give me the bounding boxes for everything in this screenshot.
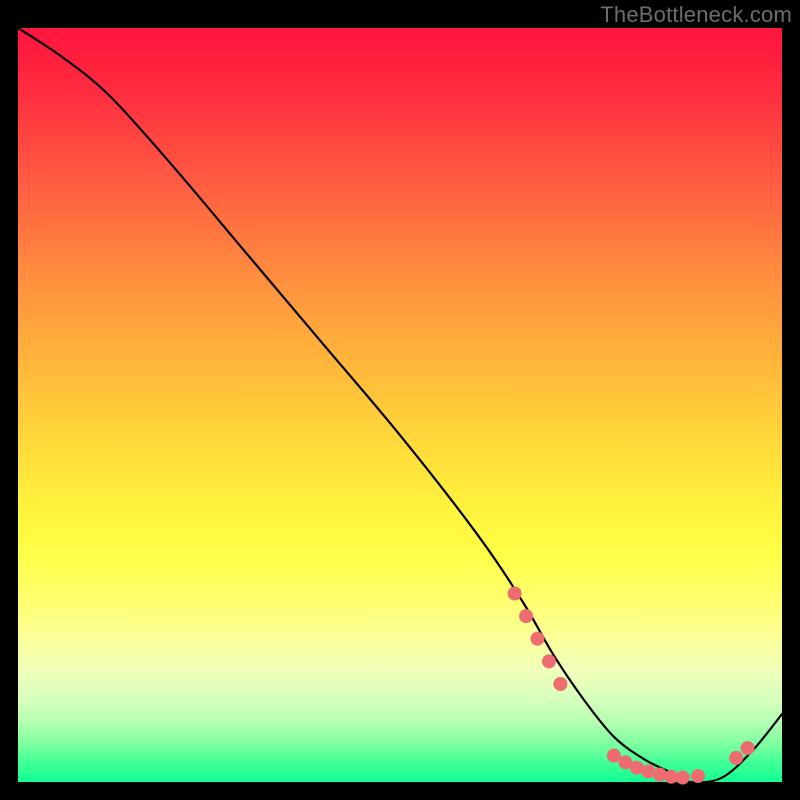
highlight-dot: [676, 771, 690, 785]
highlight-dots: [508, 587, 755, 785]
watermark-text: TheBottleneck.com: [600, 2, 792, 28]
highlight-dot: [531, 632, 545, 646]
highlight-dot: [741, 741, 755, 755]
highlight-dot: [553, 677, 567, 691]
highlight-dot: [542, 654, 556, 668]
bottleneck-curve: [18, 28, 782, 782]
highlight-dot: [729, 751, 743, 765]
highlight-dot: [508, 587, 522, 601]
plot-area: [18, 28, 782, 782]
highlight-dot: [519, 609, 533, 623]
curve-layer: [18, 28, 782, 782]
chart-frame: TheBottleneck.com: [0, 0, 800, 800]
highlight-dot: [691, 769, 705, 783]
